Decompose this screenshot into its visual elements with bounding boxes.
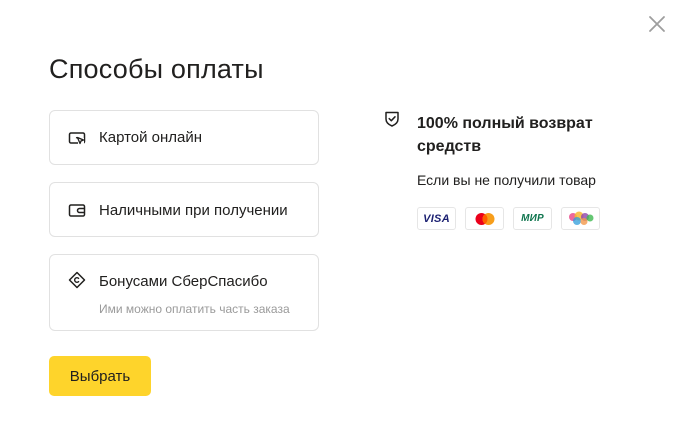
sberspasibo-icon (66, 269, 88, 291)
visa-logo: VISA (417, 207, 456, 230)
payment-option-card-online[interactable]: Картой онлайн (49, 110, 319, 165)
wallet-icon (66, 199, 88, 221)
payment-option-label: Наличными при получении (99, 202, 288, 219)
refund-title: 100% полный возврат средств (417, 115, 593, 155)
dialog-title: Способы оплаты (49, 54, 264, 84)
payment-option-sublabel: Ими можно оплатить часть заказа (99, 302, 290, 316)
payment-methods-dialog: Способы оплаты Картой онлайн Наличными п… (0, 0, 682, 444)
close-icon (649, 16, 665, 32)
mastercard-logo (465, 207, 504, 230)
close-button[interactable] (647, 14, 667, 34)
mir-logo: МИР (513, 207, 552, 230)
payment-option-label: Картой онлайн (99, 129, 203, 146)
shield-check-icon (383, 110, 401, 128)
payment-logos: VISA МИР (417, 207, 600, 230)
payment-option-sberspasibo[interactable]: Бонусами СберСпасибо Ими можно оплатить … (49, 254, 319, 331)
visa-logo-text: VISA (423, 212, 450, 225)
card-online-icon (66, 127, 88, 149)
payment-option-label: Бонусами СберСпасибо (99, 273, 268, 290)
payment-option-cash[interactable]: Наличными при получении (49, 182, 319, 237)
refund-subtitle: Если вы не получили товар (417, 172, 596, 188)
mir-logo-text: МИР (521, 213, 544, 224)
select-button[interactable]: Выбрать (49, 356, 151, 396)
sberspasibo-logo (561, 207, 600, 230)
